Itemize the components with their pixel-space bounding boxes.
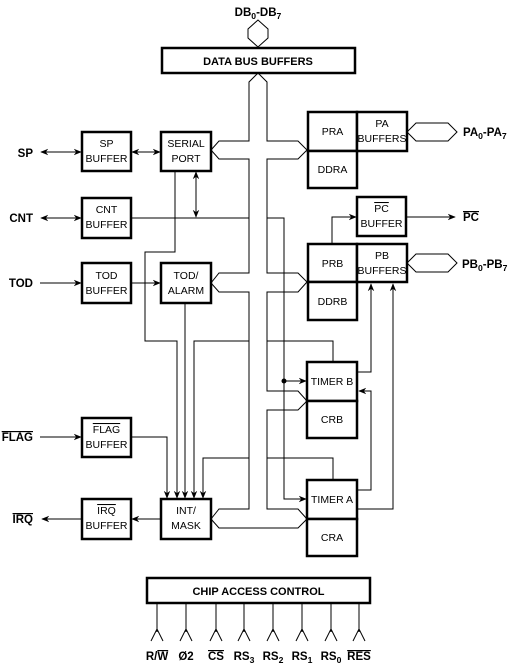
pa-buffers-label-line1: PA (375, 118, 388, 130)
pin-label-pb: PB0-PB7 (462, 259, 508, 273)
cra-label: CRA (321, 532, 343, 544)
timer-b-label: TIMER B (311, 376, 354, 388)
tod-buffer-box (80, 261, 133, 305)
pin-label-pc: PC (463, 212, 479, 224)
data-bus-buffers-label: DATA BUS BUFFERS (203, 56, 313, 68)
data-bus-connector-icon (247, 19, 269, 48)
tod-alarm-block: TOD/ ALARM (159, 261, 213, 305)
pc-buffer-label-line2: BUFFER (361, 218, 403, 230)
wire-timer-a-to-pb-buffers (357, 283, 397, 510)
sp-buffer-label-line2: BUFFER (86, 153, 128, 165)
pb-buffers-label-line2: BUFFERS (357, 265, 406, 277)
chip-pin-rs2: RS2 (263, 603, 284, 665)
pra-label: PRA (322, 126, 344, 138)
chip-pin-label: RS3 (234, 651, 255, 665)
irq-buffer-label-line1: IRQ (97, 505, 116, 517)
chip-pin-cs: CS (208, 603, 224, 663)
cnt-buffer-block: CNT BUFFER (80, 196, 133, 240)
cnt-buffer-label-line2: BUFFER (86, 219, 128, 231)
pin-label-sp: SP (18, 148, 34, 160)
chip-pin-res: RES (347, 603, 371, 663)
serial-port-block: SERIAL PORT (159, 130, 213, 173)
pin-input-icon (324, 603, 338, 642)
chip-pin-phi2: Ø2 (178, 603, 194, 663)
int-mask-block: INT/ MASK (159, 497, 213, 541)
chip-pin-label: RS0 (321, 651, 342, 665)
internal-bus-left-rail (210, 72, 259, 520)
pb-bus-connector-icon (406, 253, 458, 273)
pin-input-icon (266, 603, 280, 642)
cia-block-diagram: DB0-DB7 DATA BUS BUFFERS SP SP BUFFER SE… (2, 7, 508, 665)
chip-pin-rs0: RS0 (321, 603, 342, 665)
timer-a-block: TIMER A CRA (305, 478, 359, 558)
pin-input-icon (209, 603, 223, 642)
ddrb-label: DDRB (318, 296, 348, 308)
crb-label: CRB (321, 414, 343, 426)
wire-timer-a-to-int-mask-left (199, 457, 249, 499)
pin-label-irq: IRQ (13, 514, 34, 526)
port-b-block: PRB DDRB PB BUFFERS (306, 242, 409, 322)
chip-pin-label: RS2 (263, 651, 284, 665)
sp-buffer-block: SP BUFFER (80, 130, 133, 173)
tod-buffer-block: TOD BUFFER (80, 261, 133, 305)
pin-input-icon (179, 603, 193, 642)
timer-a-label: TIMER A (311, 494, 353, 506)
prb-label: PRB (322, 258, 344, 270)
wire-serial-port-to-int-mask (144, 171, 181, 499)
tod-buffer-label-line1: TOD (96, 270, 118, 282)
tod-alarm-label-line2: ALARM (168, 285, 204, 297)
wire-prb-to-pc-buffer (331, 213, 357, 244)
wire-timer-a-to-timer-b (357, 387, 372, 491)
ddra-label: DDRA (318, 164, 348, 176)
data-bus-pin-label: DB0-DB7 (235, 7, 282, 21)
pin-label-cnt: CNT (9, 213, 33, 225)
serial-port-label-line2: PORT (172, 153, 202, 165)
tod-alarm-label-line1: TOD/ (174, 270, 199, 282)
port-a-block: PRA DDRA PA BUFFERS (306, 110, 409, 190)
wire-timer-b-to-int-mask-left (190, 340, 249, 499)
sp-buffer-label-line1: SP (99, 138, 113, 150)
chip-pin-rs3: RS3 (234, 603, 255, 665)
pa-bus-connector-icon (406, 122, 458, 142)
pb-buffers-label-line1: PB (375, 250, 389, 262)
tod-alarm-box (159, 261, 213, 305)
chip-pin-label: RS1 (292, 651, 313, 665)
wire-timer-b-to-int-mask-right (267, 340, 334, 362)
tod-buffer-label-line2: BUFFER (86, 285, 128, 297)
flag-buffer-label-line2: BUFFER (86, 439, 128, 451)
pc-buffer-label-line1: PC (374, 203, 389, 215)
chip-pin-label: CS (208, 651, 224, 663)
internal-bus-bottom-rail (210, 518, 308, 529)
pin-label-tod: TOD (9, 278, 33, 290)
wire-timer-a-to-int-mask-right (267, 457, 334, 480)
pin-input-icon (237, 603, 251, 642)
pin-input-icon (352, 603, 366, 642)
pin-input-icon (150, 603, 164, 642)
pa-buffers-label-line2: BUFFERS (357, 133, 406, 145)
int-mask-label-line1: INT/ (176, 505, 196, 517)
serial-port-label-line1: SERIAL (167, 138, 205, 150)
flag-buffer-label-line1: FLAG (93, 424, 120, 436)
pc-buffer-block: PC BUFFER (355, 195, 408, 238)
flag-buffer-block: FLAG BUFFER (80, 416, 133, 459)
irq-buffer-label-line2: BUFFER (86, 520, 128, 532)
irq-buffer-block: IRQ BUFFER (80, 497, 133, 541)
int-mask-label-line2: MASK (171, 520, 201, 532)
pin-label-flag: FLAG (2, 432, 33, 444)
cnt-buffer-label-line1: CNT (96, 204, 118, 216)
internal-bus-right-rail (257, 72, 308, 520)
chip-pin-label: RES (347, 651, 371, 663)
pin-input-icon (295, 603, 309, 642)
pin-label-pa: PA0-PA7 (463, 127, 507, 141)
junction-dot (281, 378, 287, 384)
wire-timer-b-to-pb-buffers (357, 283, 375, 373)
chip-pin-label: R/W (146, 651, 169, 663)
chip-pin-label: Ø2 (178, 651, 193, 663)
chip-pin-rw: R/W (146, 603, 169, 663)
wire-flag-buffer-to-int-mask (131, 436, 171, 499)
chip-access-control-label: CHIP ACCESS CONTROL (192, 586, 324, 598)
wire-cnt-to-timer-a (267, 217, 307, 503)
chip-pin-rs1: RS1 (292, 603, 313, 665)
timer-b-block: TIMER B CRB (305, 360, 359, 440)
